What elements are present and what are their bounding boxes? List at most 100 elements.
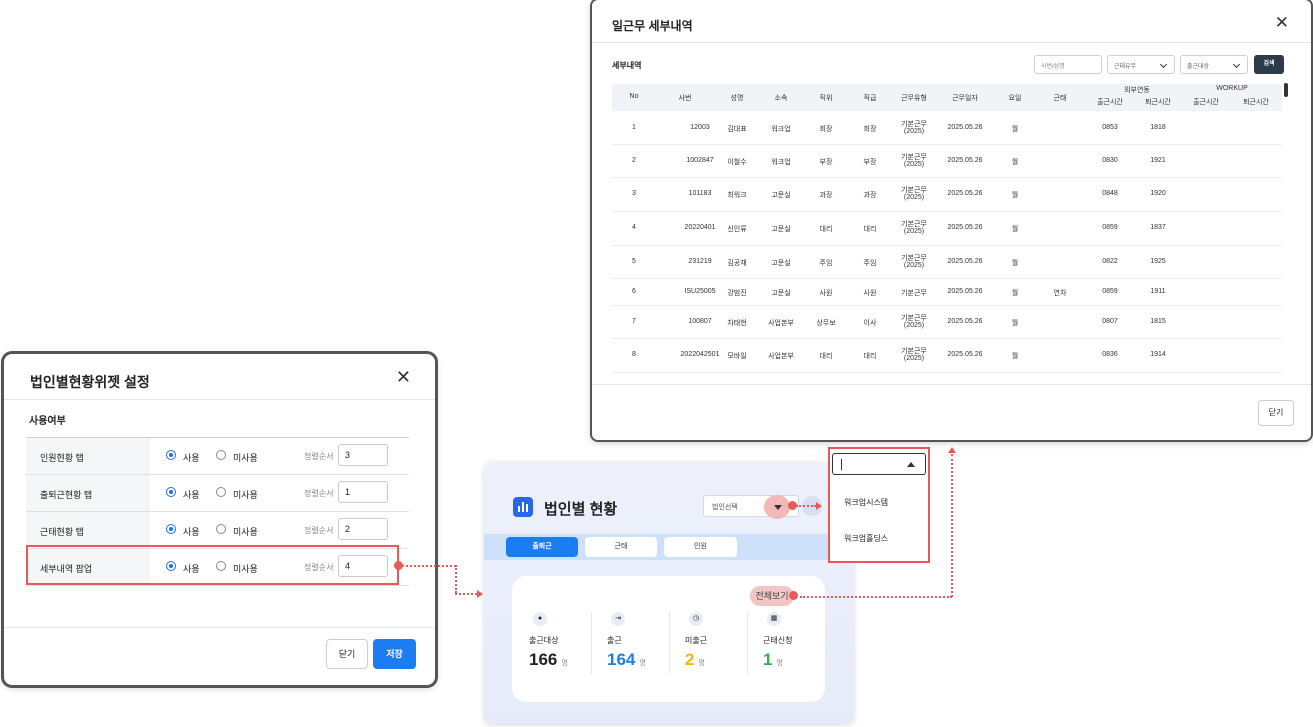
column-header: 근무일자 — [952, 95, 978, 102]
use-radio[interactable] — [166, 524, 176, 534]
unused-label: 미사용 — [233, 527, 258, 537]
table-row[interactable]: 7 100807 차태현 사업본부 상무보 이사 기본근무 (2025) 2025.05.26… — [612, 305, 1282, 339]
table-row[interactable]: 4 20220401 신인류 고문실 대리 대리 기본근무 (2025) 2025.05.26… — [612, 211, 1282, 246]
close-icon[interactable]: ✕ — [1275, 13, 1289, 33]
use-radio[interactable] — [166, 487, 176, 497]
tab-personnel[interactable]: 인원 — [664, 537, 737, 557]
table-row[interactable]: 8 2022042501 모바일 사업본부 대리 대리 기본근무 (2025) 2025.05… — [612, 338, 1282, 373]
table-cell: 기본근무 (2025) — [901, 120, 927, 135]
arrow-right-icon — [816, 502, 822, 510]
unused-radio[interactable] — [216, 450, 226, 460]
stat-value: 2 — [685, 650, 695, 669]
stat-value: 166 — [529, 650, 558, 669]
column-header: 성명 — [730, 95, 744, 102]
column-header: 직급 — [863, 95, 877, 102]
attendance-filter-select[interactable]: 근태유무 — [1107, 55, 1175, 74]
table-cell: 고문실 — [771, 289, 791, 297]
table-cell: 대리 — [819, 353, 833, 360]
table-cell: 2025.05.26 — [947, 123, 983, 131]
settings-row: 근태현황 탭 사용 미사용 정렬순서 2 — [26, 512, 409, 549]
login-icon: ⇥ — [611, 612, 625, 626]
table-cell: 1818 — [1150, 123, 1166, 131]
column-header: 근태 — [1053, 95, 1067, 102]
view-all-button[interactable]: 전체보기 — [750, 586, 794, 606]
table-cell: 12003 — [690, 123, 710, 131]
widget-settings-dialog: 법인별현황위젯 설정 ✕ 사용여부 인원현황 탭 사용 미사용 정렬순서 3 출… — [4, 354, 435, 685]
table-cell: 월 — [1011, 353, 1019, 360]
table-cell: 1921 — [1150, 156, 1166, 164]
column-header: 사번 — [678, 95, 692, 102]
settings-row: 인원현황 탭 사용 미사용 정렬순서 3 — [26, 438, 409, 475]
table-cell: 기본근무 — [901, 289, 927, 297]
stat-checkin: ⇥ 출근 164 명 — [607, 612, 677, 670]
search-input[interactable]: 사번/성명 — [1034, 55, 1102, 74]
unused-label: 미사용 — [233, 490, 258, 500]
table-cell: 0830 — [1102, 156, 1118, 164]
close-button[interactable]: 닫기 — [1258, 400, 1294, 426]
table-row[interactable]: 1 12003 김대표 워크업 회장 회장 기본근무 (2025) 2025.05.26 월 08… — [612, 111, 1282, 145]
table-cell: 대리 — [863, 353, 877, 360]
company-status-widget: 법인별 현황 법인선택 출퇴근 근태 인원 전체보기 ● 출근대상 166 명 ⇥… — [484, 462, 854, 724]
table-cell: 신인류 — [727, 226, 747, 233]
table-cell: 1 — [632, 123, 636, 131]
table-cell: 231219 — [688, 257, 712, 265]
connector-line — [951, 454, 953, 597]
chevron-down-icon[interactable] — [774, 505, 782, 510]
table-row[interactable]: 3 101183 최워크 고문실 과장 과장 기본근무 (2025) 2025.05.26 월 0… — [612, 177, 1282, 212]
tab-commute[interactable]: 출퇴근 — [506, 537, 578, 557]
table-cell: 대리 — [819, 226, 833, 233]
table-cell: 2022042501 — [680, 351, 720, 358]
stat-target: ● 출근대상 166 명 — [529, 612, 599, 670]
column-header: 퇴근시간 — [1243, 99, 1269, 106]
table-cell: 1837 — [1150, 224, 1166, 231]
table-cell: 1002847 — [686, 156, 714, 164]
table-cell: 워크업 — [771, 125, 791, 133]
table-row[interactable]: 6 ISU25005 강범진 고문실 사원 사원 기본근무 2025.05.26 월 연차 0859… — [612, 278, 1282, 306]
order-label: 정렬순서 — [304, 452, 334, 461]
table-cell: ISU25005 — [684, 287, 716, 295]
scrollbar[interactable] — [1284, 83, 1288, 97]
dropdown-option[interactable]: 워크업시스템 — [844, 497, 888, 508]
close-icon[interactable]: ✕ — [396, 368, 411, 386]
divider — [669, 612, 670, 674]
table-cell: 1815 — [1150, 317, 1166, 325]
column-header: No — [629, 93, 639, 100]
use-radio[interactable] — [166, 450, 176, 460]
unused-radio[interactable] — [216, 487, 226, 497]
order-label: 정렬순서 — [304, 489, 334, 498]
tab-attendance[interactable]: 근태 — [585, 537, 657, 557]
stat-label: 출근대상 — [529, 636, 559, 645]
unused-label: 미사용 — [233, 453, 258, 463]
order-label: 정렬순서 — [304, 526, 334, 535]
table-cell: 2 — [632, 156, 636, 164]
table-row[interactable]: 5 231219 김공채 고문실 주임 주임 기본근무 (2025) 2025.05.26 월 0… — [612, 245, 1282, 279]
target-filter-select[interactable]: 출근대상 — [1180, 55, 1248, 74]
table-cell: 1911 — [1150, 287, 1166, 295]
stat-label: 근태신청 — [763, 636, 793, 645]
divider — [592, 384, 1311, 385]
unused-radio[interactable] — [216, 524, 226, 534]
order-input[interactable]: 3 — [338, 444, 388, 466]
table-row[interactable]: 2 1002847 이철수 워크업 부장 부장 기본근무 (2025) 2025.05.26 월… — [612, 144, 1282, 178]
company-search-input[interactable] — [832, 453, 926, 475]
table-cell: 기본근무 (2025) — [901, 187, 927, 201]
group-header: 외부연동 — [1124, 87, 1150, 94]
settings-row: 출퇴근현황 탭 사용 미사용 정렬순서 1 — [26, 475, 409, 512]
table-cell: 과장 — [863, 192, 877, 199]
table-cell: 0807 — [1102, 317, 1118, 325]
table-cell: 기본근무 (2025) — [901, 153, 927, 168]
close-button[interactable]: 닫기 — [326, 639, 368, 669]
use-label: 사용 — [183, 490, 200, 500]
order-input[interactable]: 1 — [338, 481, 388, 503]
table-cell: 2025.05.26 — [947, 190, 983, 197]
table-cell: 주임 — [863, 259, 877, 267]
group-header: WORKUP — [1216, 85, 1248, 92]
search-button[interactable]: 검색 — [1254, 55, 1284, 74]
chevron-up-icon[interactable] — [907, 462, 915, 467]
order-input[interactable]: 2 — [338, 518, 388, 540]
dropdown-option[interactable]: 워크업홀딩스 — [844, 533, 888, 544]
table-cell: 0853 — [1102, 123, 1118, 131]
save-button[interactable]: 저장 — [373, 639, 416, 669]
table-cell: 월 — [1011, 319, 1019, 327]
table-cell: 부장 — [863, 158, 877, 166]
